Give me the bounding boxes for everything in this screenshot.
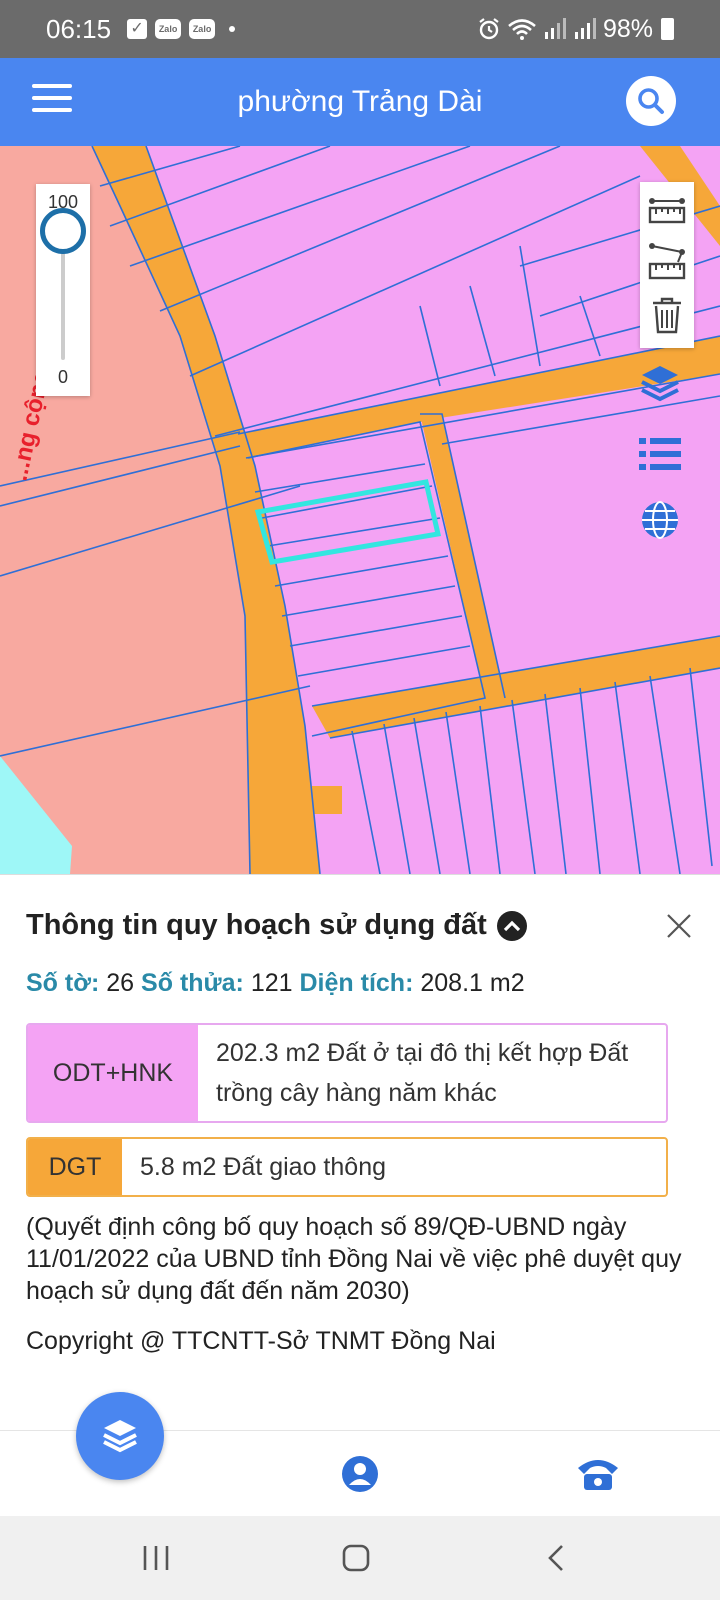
land-use-code: DGT: [28, 1139, 122, 1195]
globe-icon[interactable]: [638, 498, 682, 542]
home-icon[interactable]: [334, 1536, 378, 1580]
land-use-item: DGT 5.8 m2 Đất giao thông: [26, 1137, 668, 1197]
legal-note: (Quyết định công bố quy hoạch số 89/QĐ-U…: [26, 1213, 682, 1305]
status-right: 98%: [477, 15, 674, 44]
land-use-description: 5.8 m2 Đất giao thông: [140, 1153, 386, 1181]
status-time: 06:15: [46, 13, 112, 44]
measure-distance-icon[interactable]: [648, 196, 686, 226]
zoom-thumb[interactable]: [40, 208, 86, 254]
trash-icon[interactable]: [651, 296, 683, 334]
parcel-summary: Số tờ: 26 Số thửa: 121 Diện tích: 208.1 …: [26, 969, 525, 998]
signal-icon: [574, 18, 596, 39]
page-title: phường Trảng Dài: [237, 85, 483, 118]
land-use-item: ODT+HNK 202.3 m2 Đất ở tại đô thị kết hợ…: [26, 1023, 668, 1123]
chevron-up-icon[interactable]: [496, 910, 527, 941]
land-use-description: 202.3 m2 Đất ở tại đô thị kết hợp Đất tr…: [216, 1039, 629, 1107]
layers-fab-button[interactable]: [76, 1392, 164, 1480]
signal-icon: [544, 18, 566, 39]
layers-icon[interactable]: [638, 362, 682, 406]
close-icon[interactable]: [664, 911, 694, 941]
area-value: 208.1 m2: [420, 969, 525, 997]
sheet-value: 26: [106, 969, 135, 997]
zalo-notification-icon: Zalo: [189, 19, 216, 39]
hamburger-menu-icon[interactable]: [32, 84, 72, 118]
phone-icon[interactable]: [576, 1452, 620, 1496]
zoom-min-label: 0: [57, 367, 68, 387]
status-bar: 06:15 ✓ Zalo Zalo 98%: [0, 0, 720, 58]
wifi-icon: [508, 19, 536, 40]
land-info-panel: Thông tin quy hoạch sử dụng đất Số tờ: 2…: [0, 874, 720, 1430]
app-bar: phường Trảng Dài: [0, 58, 720, 146]
sheet-label: Số tờ:: [26, 969, 100, 997]
battery-percent: 98%: [602, 14, 653, 43]
search-button[interactable]: [626, 76, 676, 126]
lot-value: 121: [250, 969, 293, 997]
measure-area-icon[interactable]: [648, 242, 686, 280]
map-tools: [640, 182, 694, 348]
area-label: Diện tích:: [299, 969, 414, 997]
zoom-slider[interactable]: 100 0: [36, 184, 90, 396]
user-icon[interactable]: [338, 1452, 382, 1496]
more-notifications-icon: [229, 26, 236, 32]
land-use-code: ODT+HNK: [28, 1025, 198, 1121]
panel-header: Thông tin quy hoạch sử dụng đất: [26, 909, 527, 942]
search-icon: [638, 88, 664, 114]
land-map[interactable]: ...ng cộng 100 0: [0, 146, 720, 874]
alarm-icon: [479, 18, 499, 40]
map-canvas[interactable]: ...ng cộng: [0, 146, 720, 874]
lot-label: Số thửa:: [141, 969, 244, 997]
battery-icon: [661, 18, 674, 40]
list-icon[interactable]: [638, 432, 682, 476]
copyright-text: Copyright @ TTCNTT-Sở TNMT Đồng Nai: [26, 1327, 496, 1355]
back-icon[interactable]: [534, 1536, 578, 1580]
layers-icon: [103, 1420, 137, 1453]
panel-title: Thông tin quy hoạch sử dụng đất: [26, 909, 487, 941]
recent-apps-icon[interactable]: [134, 1536, 178, 1580]
system-nav-bar: [0, 1516, 720, 1600]
zalo-notification-icon: Zalo: [155, 19, 182, 39]
status-left: 06:15 ✓ Zalo Zalo: [46, 13, 236, 45]
check-box-icon: ✓: [127, 19, 148, 39]
